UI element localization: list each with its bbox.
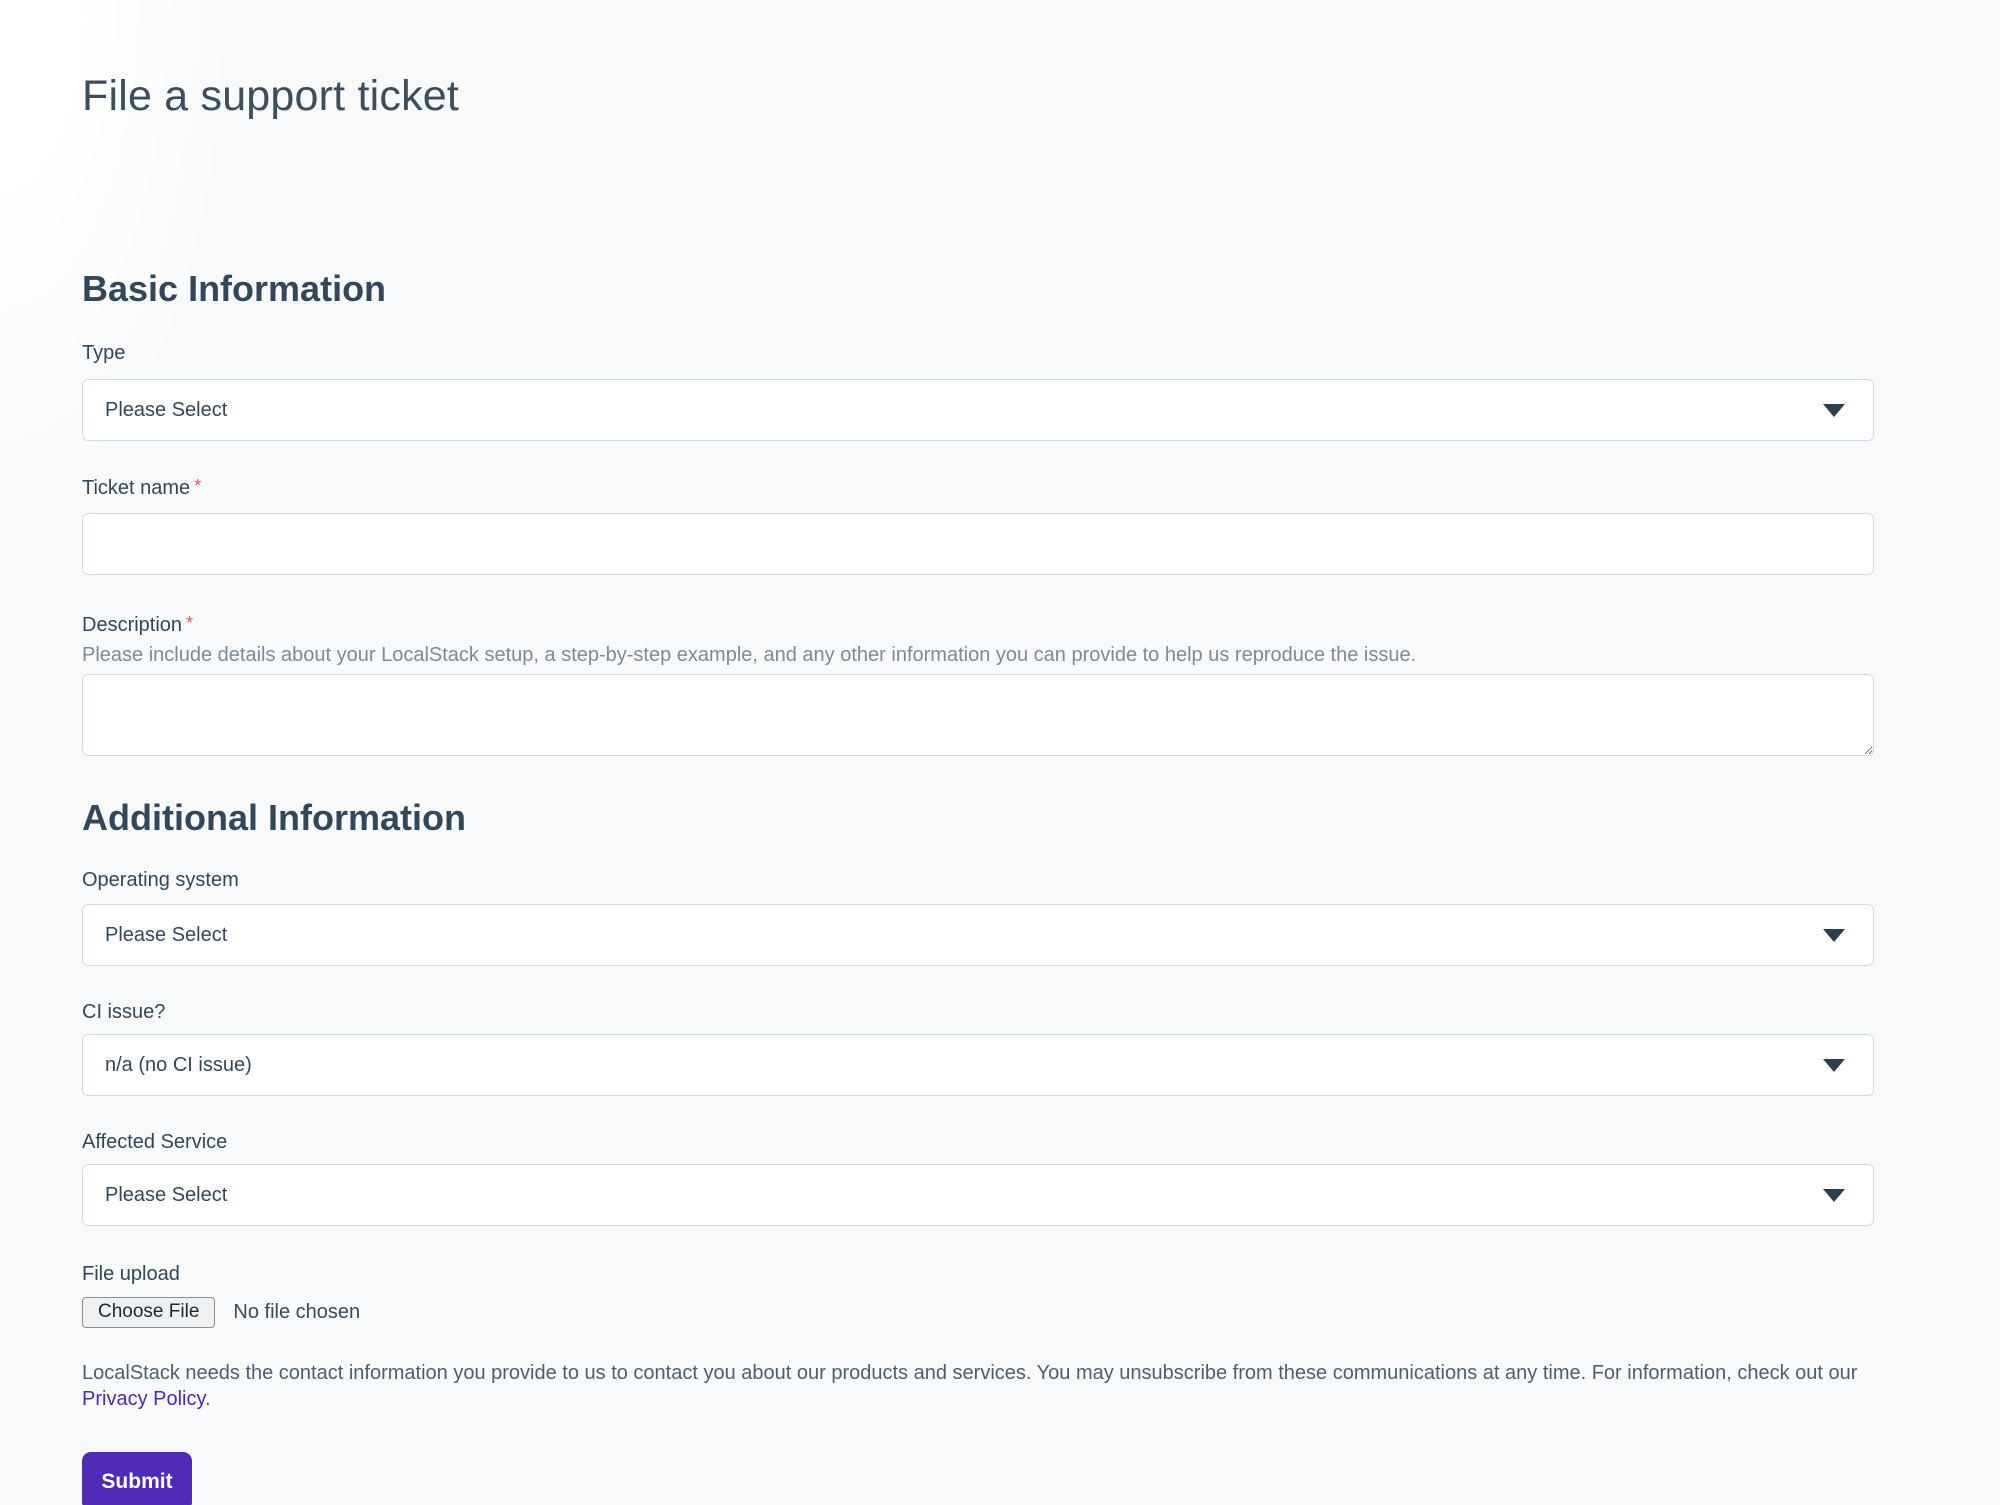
disclaimer-after-link: . [205, 1388, 211, 1410]
operating-system-select[interactable]: Please Select [82, 904, 1874, 966]
operating-system-select-value: Please Select [105, 924, 227, 947]
ci-issue-select[interactable]: n/a (no CI issue) [82, 1034, 1874, 1096]
section-heading-basic: Basic Information [82, 267, 1874, 310]
file-upload-control: Choose File No file chosen [82, 1297, 1874, 1328]
type-select[interactable]: Please Select [82, 379, 1874, 441]
field-label-operating-system: Operating system [82, 867, 1874, 893]
description-helper-text: Please include details about your LocalS… [82, 642, 1874, 668]
support-ticket-form: File a support ticket Basic Information … [0, 0, 2000, 1505]
submit-button[interactable]: Submit [82, 1452, 192, 1505]
caret-down-icon [1823, 929, 1845, 942]
required-asterisk: * [186, 613, 193, 633]
choose-file-button[interactable]: Choose File [82, 1297, 215, 1328]
ticket-name-label-text: Ticket name [82, 477, 190, 499]
affected-service-label-text: Affected Service [82, 1131, 227, 1153]
affected-service-select[interactable]: Please Select [82, 1164, 1874, 1226]
disclaimer-text: LocalStack needs the contact information… [82, 1360, 1874, 1412]
field-label-ci-issue: CI issue? [82, 999, 1874, 1025]
field-label-description: Description* [82, 610, 1874, 638]
field-label-ticket-name: Ticket name* [82, 473, 1874, 501]
field-label-affected-service: Affected Service [82, 1129, 1874, 1155]
type-select-value: Please Select [105, 399, 227, 422]
type-label-text: Type [82, 342, 125, 364]
caret-down-icon [1823, 1059, 1845, 1072]
ticket-name-input[interactable] [82, 513, 1874, 575]
field-label-file-upload: File upload [82, 1261, 1874, 1287]
operating-system-label-text: Operating system [82, 869, 239, 891]
file-chosen-status: No file chosen [233, 1301, 360, 1324]
caret-down-icon [1823, 404, 1845, 417]
description-label-text: Description [82, 614, 182, 636]
field-label-type: Type [82, 340, 1874, 366]
disclaimer-before-link: LocalStack needs the contact information… [82, 1362, 1857, 1384]
privacy-policy-link[interactable]: Privacy Policy [82, 1388, 205, 1410]
required-asterisk: * [194, 476, 201, 496]
page-title: File a support ticket [82, 70, 1874, 122]
file-upload-label-text: File upload [82, 1263, 180, 1285]
description-textarea[interactable] [82, 674, 1874, 756]
ci-issue-label-text: CI issue? [82, 1001, 165, 1023]
affected-service-select-value: Please Select [105, 1184, 227, 1207]
caret-down-icon [1823, 1189, 1845, 1202]
ci-issue-select-value: n/a (no CI issue) [105, 1054, 252, 1077]
section-heading-additional: Additional Information [82, 796, 1874, 839]
